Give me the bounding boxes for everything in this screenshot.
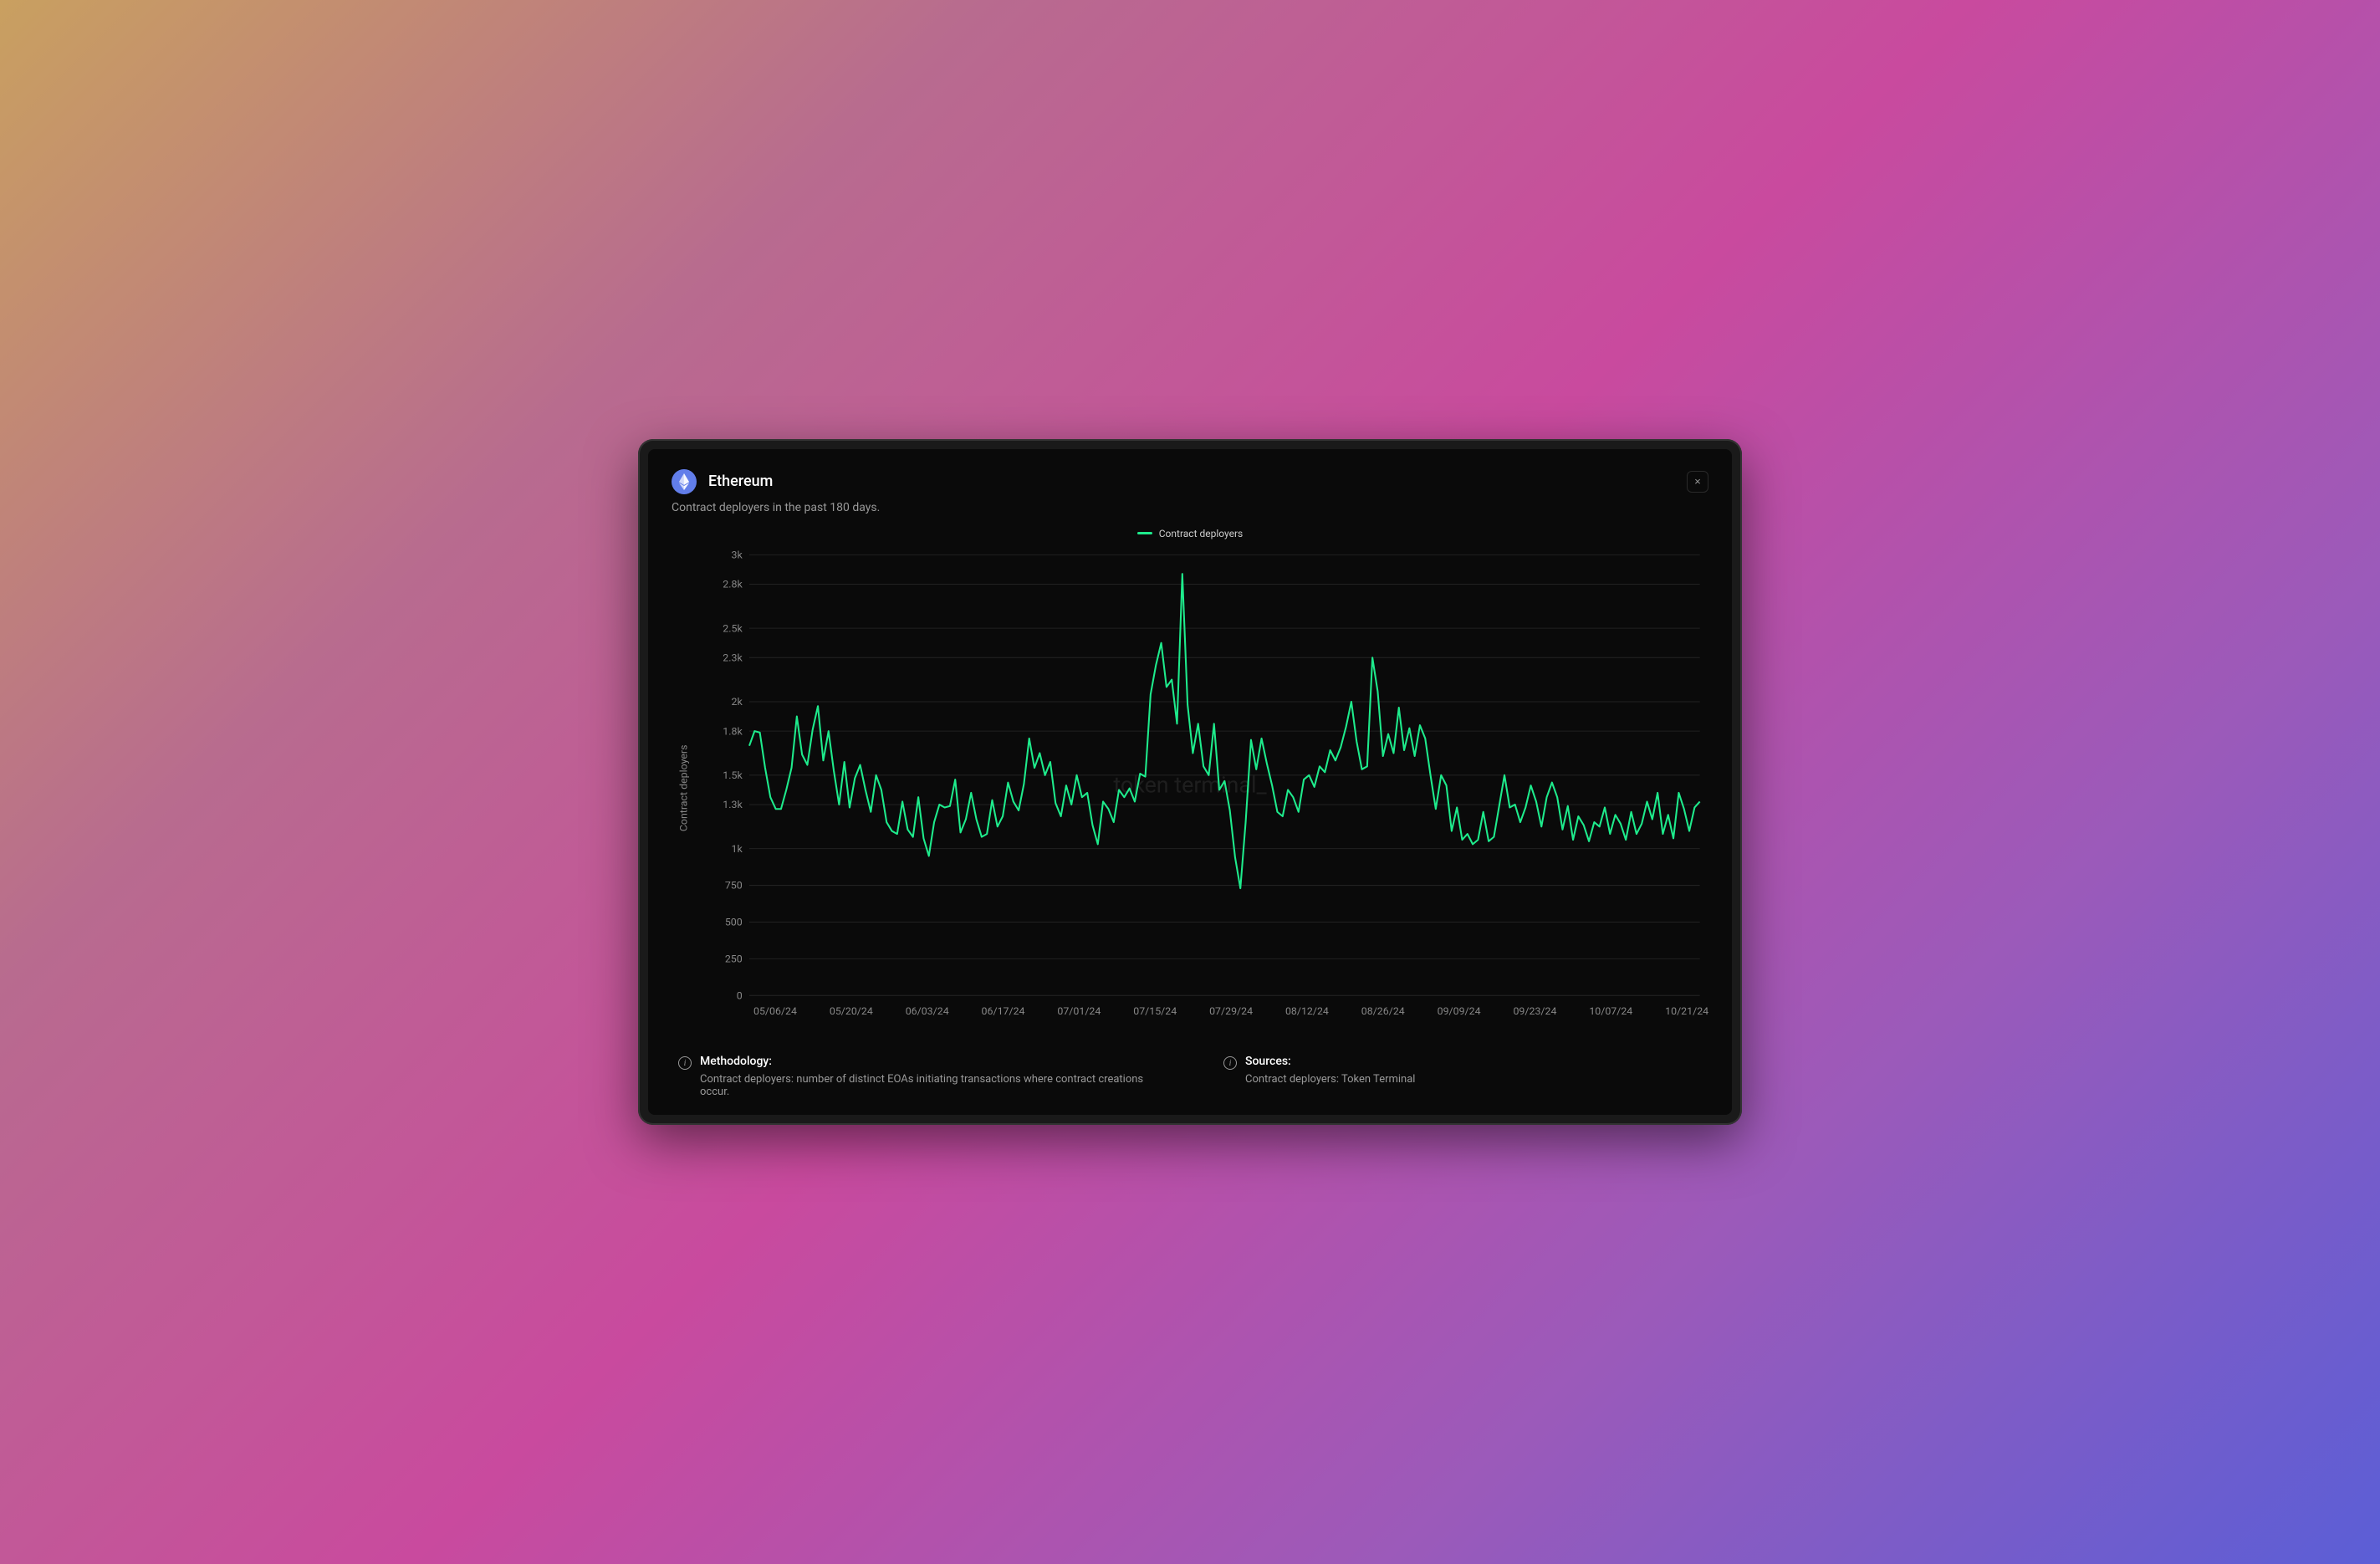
sources-text: Contract deployers: Token Terminal xyxy=(1245,1073,1415,1086)
close-icon: × xyxy=(1694,475,1701,488)
title-group: Ethereum xyxy=(672,469,773,494)
y-tick-label: 2k xyxy=(732,697,743,708)
methodology-text: Contract deployers: number of distinct E… xyxy=(700,1073,1157,1098)
close-button[interactable]: × xyxy=(1687,471,1708,493)
y-tick-label: 500 xyxy=(725,917,743,928)
x-tick-label: 09/23/24 xyxy=(1513,1006,1556,1018)
ethereum-logo-icon xyxy=(678,473,690,490)
y-tick-label: 3k xyxy=(732,549,743,561)
subtitle-text: Contract deployers in the past 180 days. xyxy=(672,501,1708,514)
y-tick-label: 0 xyxy=(737,990,743,1002)
y-tick-label: 1.8k xyxy=(723,726,743,738)
sources-block: i Sources: Contract deployers: Token Ter… xyxy=(1223,1055,1702,1098)
x-tick-label: 06/03/24 xyxy=(906,1006,949,1018)
y-tick-label: 1.5k xyxy=(723,770,743,782)
y-tick-label: 750 xyxy=(725,880,743,892)
x-tick-label: 05/20/24 xyxy=(830,1006,873,1018)
x-tick-label: 09/09/24 xyxy=(1438,1006,1481,1018)
x-tick-label: 05/06/24 xyxy=(753,1006,797,1018)
info-icon: i xyxy=(678,1056,692,1070)
methodology-heading: Methodology: xyxy=(700,1055,1157,1068)
x-tick-label: 10/21/24 xyxy=(1665,1006,1708,1018)
y-tick-label: 2.8k xyxy=(723,579,743,590)
header-row: Ethereum × xyxy=(672,469,1708,494)
page-title: Ethereum xyxy=(708,473,773,490)
line-chart: token terminal_ Contract deployers 02505… xyxy=(672,546,1708,1030)
x-tick-label: 10/07/24 xyxy=(1589,1006,1632,1018)
x-tick-label: 08/26/24 xyxy=(1361,1006,1405,1018)
x-tick-label: 07/29/24 xyxy=(1209,1006,1253,1018)
y-tick-label: 2.3k xyxy=(723,652,743,664)
x-tick-label: 07/01/24 xyxy=(1057,1006,1101,1018)
device-frame: Ethereum × Contract deployers in the pas… xyxy=(638,439,1742,1126)
ethereum-icon xyxy=(672,469,697,494)
y-axis-title: Contract deployers xyxy=(679,744,691,831)
x-tick-label: 06/17/24 xyxy=(982,1006,1025,1018)
methodology-block: i Methodology: Contract deployers: numbe… xyxy=(678,1055,1157,1098)
y-tick-label: 250 xyxy=(725,953,743,965)
info-icon: i xyxy=(1223,1056,1237,1070)
footer-row: i Methodology: Contract deployers: numbe… xyxy=(672,1055,1708,1098)
x-tick-label: 07/15/24 xyxy=(1133,1006,1177,1018)
chart-container: token terminal_ Contract deployers 02505… xyxy=(672,546,1708,1030)
y-tick-label: 2.5k xyxy=(723,623,743,635)
x-tick-label: 08/12/24 xyxy=(1285,1006,1329,1018)
app-screen: Ethereum × Contract deployers in the pas… xyxy=(648,449,1732,1116)
chart-legend: Contract deployers xyxy=(672,528,1708,539)
sources-heading: Sources: xyxy=(1245,1055,1415,1068)
y-tick-label: 1.3k xyxy=(723,800,743,811)
legend-swatch-icon xyxy=(1137,532,1152,534)
legend-label: Contract deployers xyxy=(1159,528,1244,539)
y-tick-label: 1k xyxy=(732,843,743,855)
